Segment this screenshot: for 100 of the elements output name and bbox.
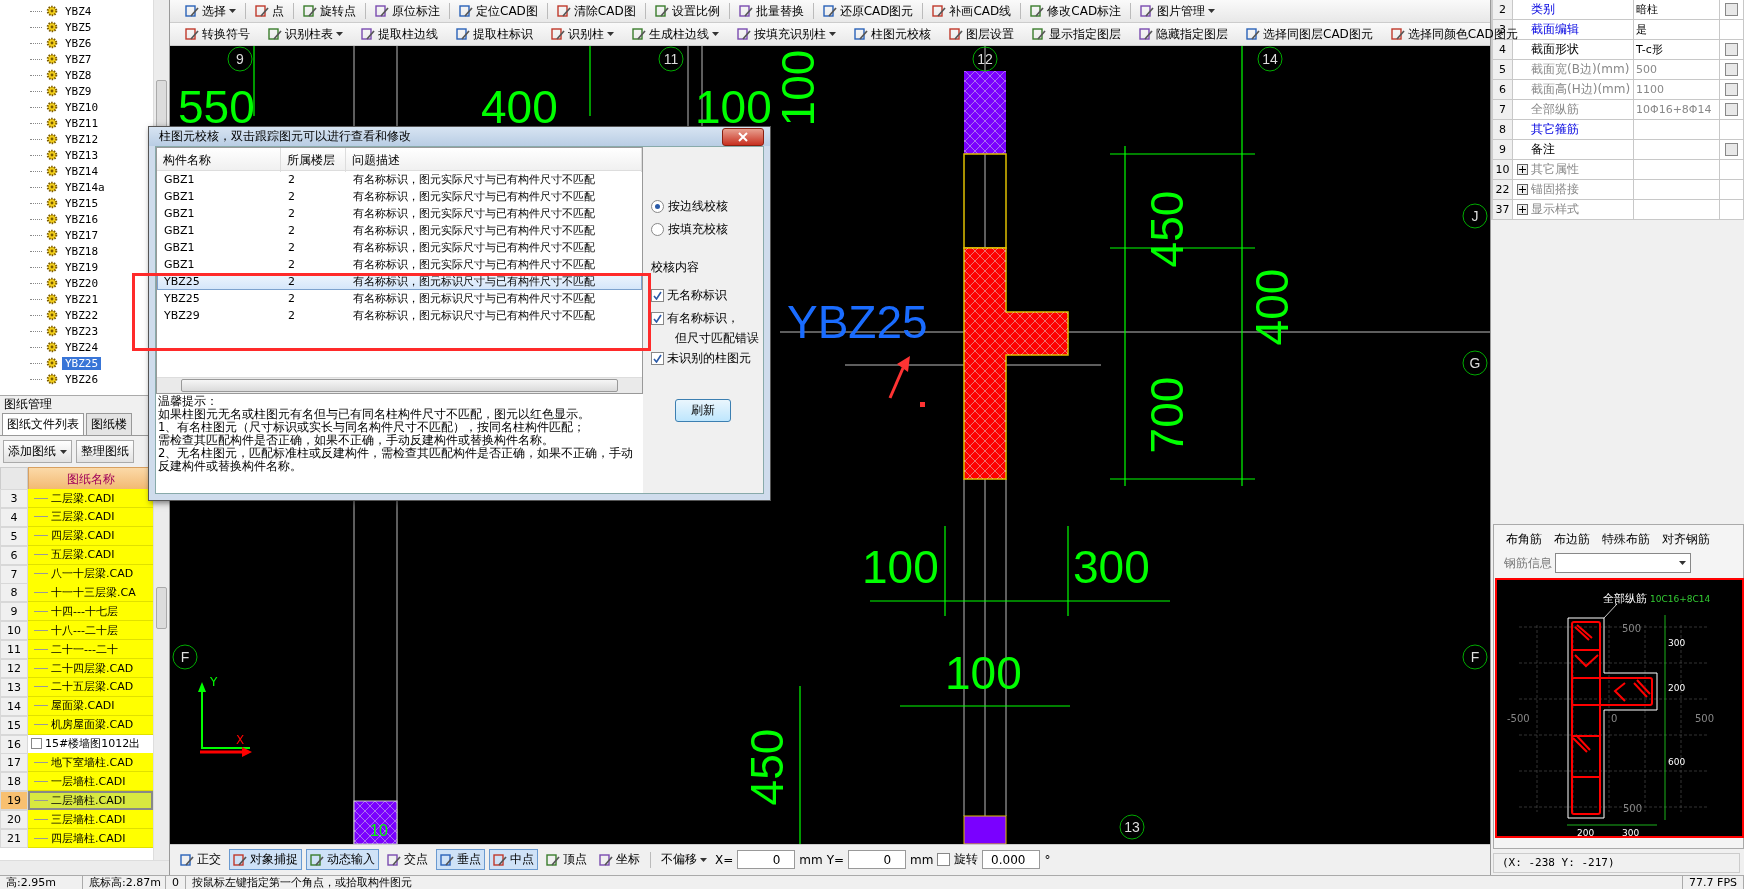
drawing-name[interactable]: 三层墙柱.CADI [28, 810, 153, 830]
horizontal-scrollbar[interactable] [157, 377, 642, 393]
drawing-name[interactable]: 十八---二十层 [28, 621, 153, 641]
toolbar-button[interactable]: 提取柱边线 [356, 23, 443, 45]
toolbar-button[interactable]: 旋转点 [298, 0, 361, 22]
result-row[interactable]: GBZ1 2 有名称标识，图元实际尺寸与已有构件尺寸不匹配 [157, 256, 642, 273]
toolbar-button[interactable]: 图片管理 [1135, 0, 1221, 22]
tree-item[interactable]: YBZ20 [62, 276, 102, 290]
x-input[interactable]: 0 [737, 850, 796, 869]
snap-toggle[interactable]: 坐标 [595, 849, 644, 870]
toolbar-button[interactable]: 柱图元校核 [849, 23, 936, 45]
toolbar-button[interactable]: 布边筋 [1554, 531, 1590, 548]
tree-item[interactable]: YBZ17 [62, 228, 102, 242]
tab[interactable]: 图纸文件列表 [2, 413, 84, 435]
property-value[interactable]: 10Φ16+8Φ14 [1634, 100, 1720, 119]
result-row[interactable]: YBZ29 2 有名称标识，图元标识尺寸与已有构件尺寸不匹配 [157, 307, 642, 324]
tab[interactable]: 图纸楼 [86, 413, 132, 435]
drawing-name[interactable]: 十一十三层梁.CA [28, 583, 153, 603]
tree-item[interactable]: YBZ23 [62, 324, 102, 338]
toolbar-button[interactable]: 点 [250, 0, 289, 22]
expand-icon[interactable] [1517, 164, 1528, 175]
toolbar-button[interactable]: 按填充识别柱 [732, 23, 841, 45]
tree-item[interactable]: YBZ10 [62, 100, 102, 114]
checkbox[interactable] [937, 853, 951, 866]
drawing-name[interactable]: 二层墙柱.CADI [28, 791, 153, 811]
toolbar-button[interactable]: 隐藏指定图层 [1134, 23, 1233, 45]
toolbar-button[interactable]: 布角筋 [1506, 531, 1542, 548]
tree-item[interactable]: YBZ12 [62, 132, 102, 146]
rebar-info-dropdown[interactable] [1555, 553, 1691, 573]
checkbox[interactable] [651, 312, 664, 325]
result-row[interactable]: GBZ1 2 有名称标识，图元实际尺寸与已有构件尺寸不匹配 [157, 239, 642, 256]
organize-drawing-button[interactable]: 整理图纸 [76, 440, 134, 463]
snap-toggle[interactable]: 中点 [489, 849, 538, 870]
collapse-icon[interactable] [31, 738, 42, 750]
toolbar-button[interactable]: 转换符号 [180, 23, 255, 45]
snap-toggle[interactable]: 正交 [176, 849, 225, 870]
drawing-name[interactable]: 二十一---二十 [28, 640, 153, 660]
offset-dropdown[interactable]: 不偏移 [657, 849, 711, 870]
tree-item[interactable]: YBZ9 [62, 84, 95, 98]
toolbar-button[interactable]: 清除CAD图 [551, 0, 641, 22]
checkbox[interactable] [1725, 63, 1738, 76]
toolbar-button[interactable]: 定位CAD图 [454, 0, 543, 22]
drawing-name[interactable]: 二层梁.CADI [28, 489, 153, 508]
tree-item[interactable]: YBZ14 [62, 164, 102, 178]
property-value[interactable]: T-c形 [1634, 40, 1720, 59]
tree-item[interactable]: YBZ22 [62, 308, 102, 322]
checkbox-option[interactable]: 无名称标识 [651, 285, 763, 308]
tree-item[interactable]: YBZ24 [62, 340, 102, 354]
tree-item[interactable]: YBZ4 [62, 4, 95, 18]
add-drawing-button[interactable]: 添加图纸 [3, 440, 72, 463]
checkbox[interactable] [651, 352, 664, 365]
toolbar-button[interactable]: 图层设置 [944, 23, 1019, 45]
tree-item[interactable]: YBZ26 [62, 372, 102, 386]
tree-item[interactable]: YBZ5 [62, 20, 95, 34]
tree-item[interactable]: YBZ8 [62, 68, 95, 82]
tree-item[interactable]: YBZ18 [62, 244, 102, 258]
snap-toggle[interactable]: 对象捕捉 [229, 849, 302, 870]
radio-option[interactable]: 按边线校核 [651, 195, 763, 218]
property-value[interactable]: 是 [1634, 20, 1720, 39]
toolbar-button[interactable]: 修改CAD标注 [1025, 0, 1127, 22]
snap-toggle[interactable]: 顶点 [542, 849, 591, 870]
drawing-name[interactable]: 地下室墙柱.CAD [28, 753, 153, 773]
toolbar-button[interactable]: 特殊布筋 [1602, 531, 1650, 548]
checkbox-option[interactable]: 有名称标识， 但尺寸匹配错误 [651, 308, 763, 348]
angle-input[interactable]: 0.000 [982, 850, 1041, 869]
toolbar-button[interactable]: 补画CAD线 [927, 0, 1017, 22]
tree-item[interactable]: YBZ21 [62, 292, 102, 306]
toolbar-button[interactable]: 对齐钢筋 [1662, 531, 1710, 548]
toolbar-button[interactable]: 还原CAD图元 [817, 0, 919, 22]
refresh-button[interactable]: 刷新 [675, 399, 731, 422]
toolbar-button[interactable]: 选择同图层CAD图元 [1241, 23, 1378, 45]
toolbar-button[interactable]: 批量替换 [733, 0, 809, 22]
property-value[interactable]: 500 [1634, 60, 1720, 79]
tree-item[interactable]: YBZ16 [62, 212, 102, 226]
toolbar-button[interactable]: 识别柱 [546, 23, 619, 45]
result-row[interactable]: GBZ1 2 有名称标识，图元实际尺寸与已有构件尺寸不匹配 [157, 188, 642, 205]
result-row[interactable]: GBZ1 2 有名称标识，图元实际尺寸与已有构件尺寸不匹配 [157, 222, 642, 239]
checkbox-option[interactable]: 未识别的柱图元 [651, 348, 763, 371]
toolbar-button[interactable]: 生成柱边线 [627, 23, 724, 45]
radio-button[interactable] [651, 223, 664, 236]
expand-icon[interactable] [1517, 204, 1528, 215]
checkbox[interactable] [1725, 143, 1738, 156]
checkbox[interactable] [1725, 43, 1738, 56]
checkbox[interactable] [651, 289, 664, 302]
tree-item[interactable]: YBZ11 [62, 116, 102, 130]
checkbox[interactable] [1725, 3, 1738, 16]
result-row[interactable]: GBZ1 2 有名称标识，图元实际尺寸与已有构件尺寸不匹配 [157, 205, 642, 222]
property-value[interactable]: 暗柱 [1634, 0, 1720, 19]
drawing-name[interactable]: 十四---十七层 [28, 602, 153, 622]
toolbar-button[interactable]: 设置比例 [649, 0, 725, 22]
property-value[interactable]: 1100 [1634, 80, 1720, 99]
tree-item[interactable]: YBZ6 [62, 36, 95, 50]
result-row[interactable]: GBZ1 2 有名称标识，图元实际尺寸与已有构件尺寸不匹配 [157, 171, 642, 188]
radio-button[interactable] [651, 200, 664, 213]
toolbar-button[interactable]: 显示指定图层 [1027, 23, 1126, 45]
toolbar-button[interactable]: 原位标注 [370, 0, 445, 22]
snap-toggle[interactable]: 交点 [383, 849, 432, 870]
y-input[interactable]: 0 [848, 850, 907, 869]
tree-item[interactable]: YBZ19 [62, 260, 102, 274]
snap-toggle[interactable]: 垂点 [436, 849, 485, 870]
